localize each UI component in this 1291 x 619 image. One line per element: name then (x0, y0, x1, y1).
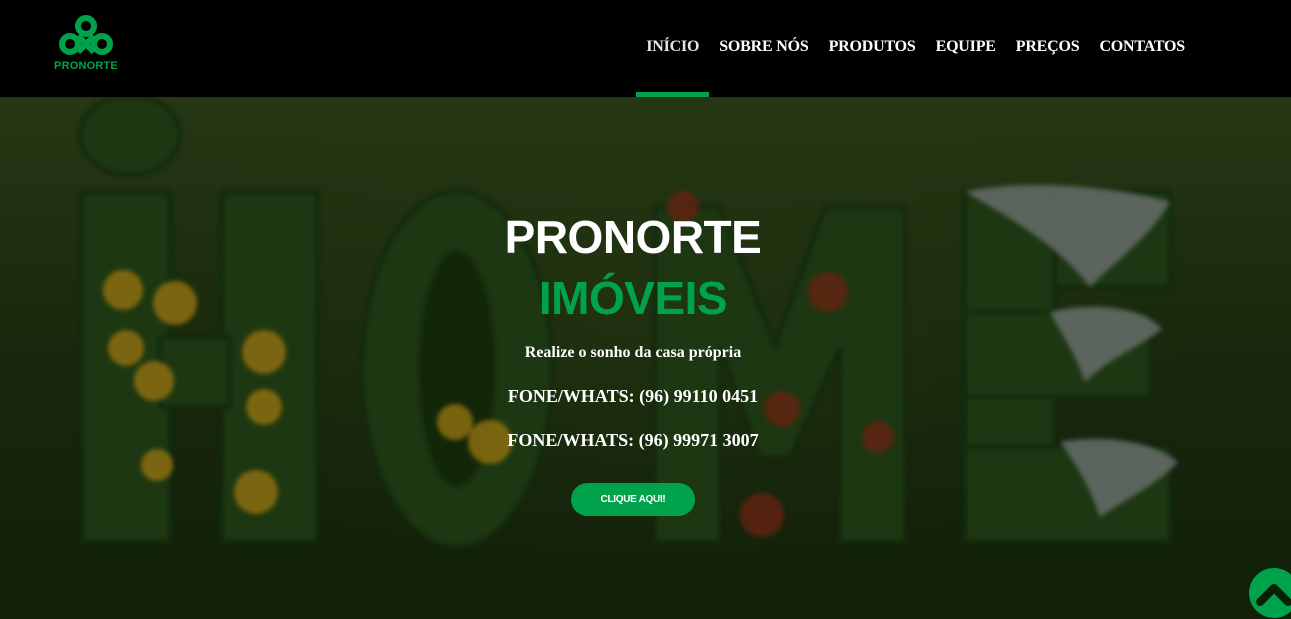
hero-subtitle: IMÓVEIS (538, 272, 728, 324)
back-to-top-button[interactable] (1249, 568, 1291, 618)
nav-item-contatos[interactable]: CONTATOS (1089, 0, 1195, 97)
brand-name: PRONORTE (54, 60, 118, 72)
nav-item-precos[interactable]: PREÇOS (1006, 0, 1090, 97)
hero-title: PRONORTE (504, 211, 762, 263)
phone-number-1: FONE/WHATS: (96) 99110 0451 (507, 386, 759, 406)
pronorte-logo-icon (59, 15, 113, 55)
chevron-up-icon (1256, 584, 1291, 606)
phone-number-2: FONE/WHATS: (96) 99971 3007 (507, 430, 759, 450)
hero-content: PRONORTE IMÓVEIS Realize o sonho da casa… (0, 97, 1291, 619)
nav-item-inicio[interactable]: INÍCIO (636, 0, 710, 97)
cta-button[interactable]: CLIQUE AQUI! (571, 483, 695, 516)
nav-item-produtos[interactable]: PRODUTOS (819, 0, 926, 97)
top-navbar: PRONORTE INÍCIO SOBRE NÓS PRODUTOS EQUIP… (0, 0, 1291, 97)
brand-logo[interactable]: PRONORTE (54, 14, 118, 74)
nav-item-sobre-nos[interactable]: SOBRE NÓS (709, 0, 818, 97)
hero-tagline: Realize o sonho da casa própria (524, 344, 742, 361)
hero-section: PRONORTE IMÓVEIS Realize o sonho da casa… (0, 97, 1291, 619)
main-nav: INÍCIO SOBRE NÓS PRODUTOS EQUIPE PREÇOS … (636, 0, 1195, 97)
nav-item-equipe[interactable]: EQUIPE (926, 0, 1006, 97)
